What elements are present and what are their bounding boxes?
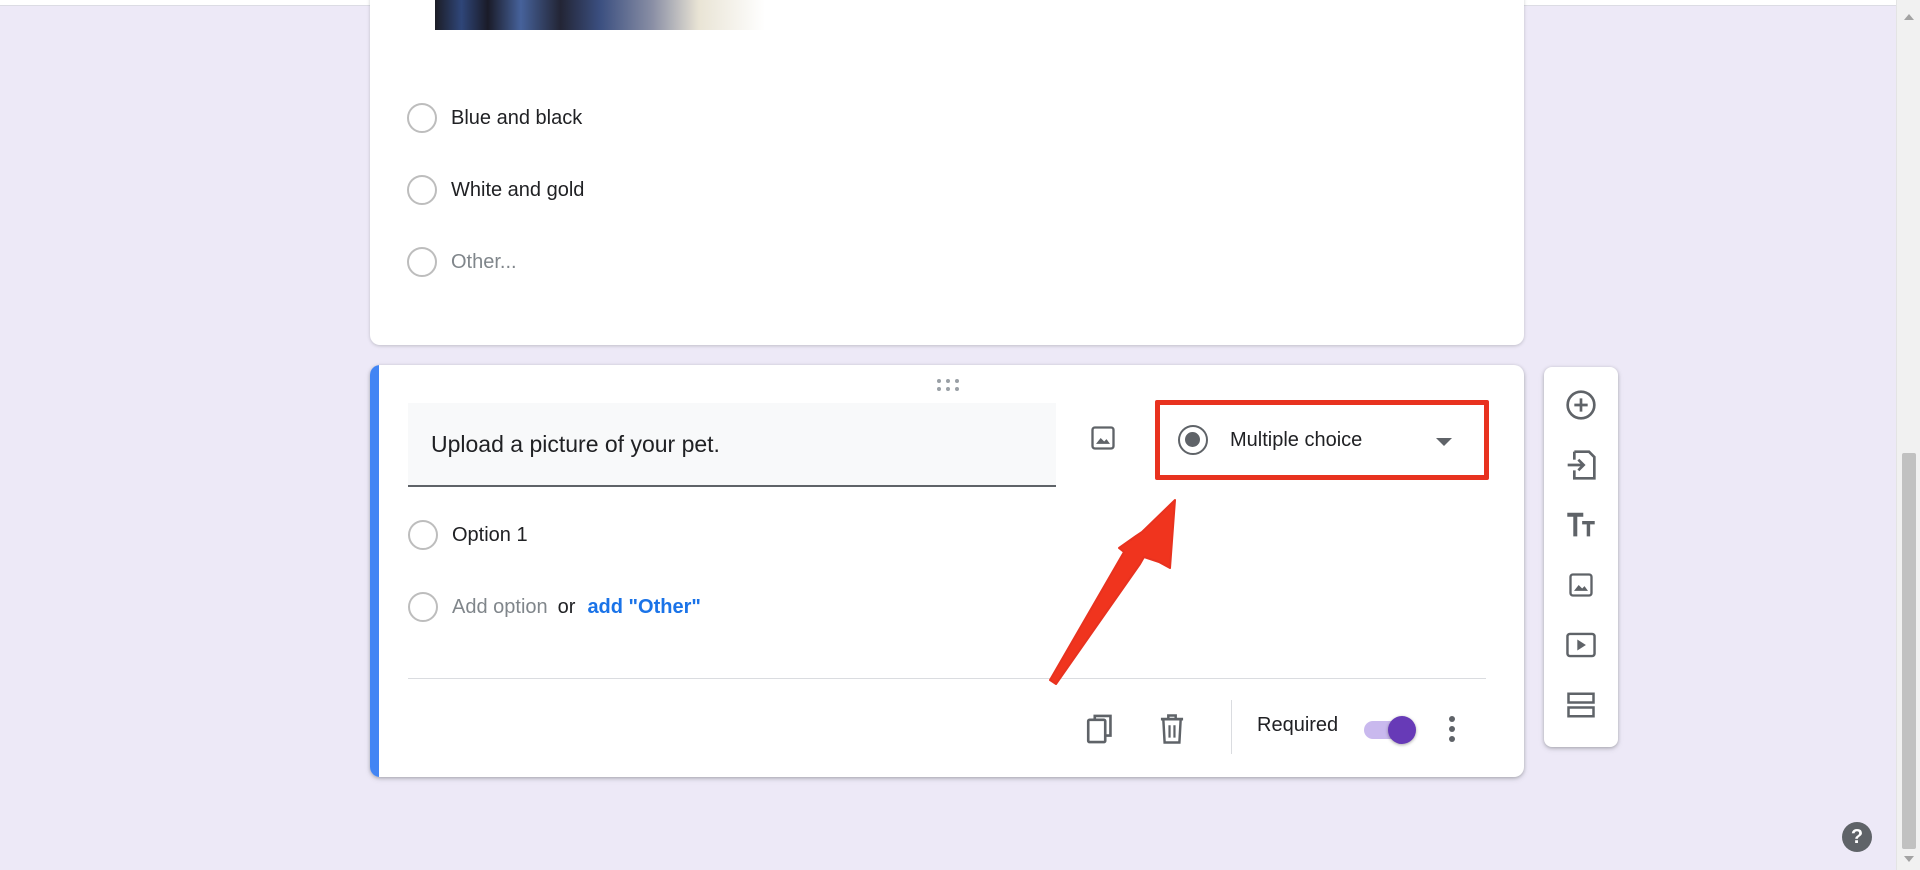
add-question-button[interactable]: [1557, 381, 1605, 429]
video-icon: [1566, 632, 1596, 658]
side-toolbar: [1544, 367, 1618, 747]
add-title-button[interactable]: [1557, 501, 1605, 549]
section-icon: [1567, 692, 1595, 718]
drag-handle-icon[interactable]: [936, 377, 966, 395]
required-toggle[interactable]: [1360, 713, 1418, 745]
title-text-icon: [1567, 512, 1595, 537]
import-questions-button[interactable]: [1557, 441, 1605, 489]
help-button[interactable]: ?: [1842, 822, 1872, 852]
question-image: [435, 0, 765, 30]
add-section-button[interactable]: [1557, 681, 1605, 729]
radio-button: [408, 592, 438, 622]
more-options-button[interactable]: [1430, 707, 1474, 751]
add-circle-icon: [1566, 390, 1596, 420]
delete-button[interactable]: [1150, 707, 1194, 751]
duplicate-button[interactable]: [1078, 707, 1122, 751]
radio-button[interactable]: [407, 103, 437, 133]
radio-button[interactable]: [407, 247, 437, 277]
toggle-knob: [1388, 716, 1416, 744]
add-image-button[interactable]: [1557, 561, 1605, 609]
choice-option-other[interactable]: Other...: [407, 244, 517, 280]
question-footer: Required: [370, 679, 1524, 777]
choice-label-other: Other...: [451, 250, 517, 273]
question-type-label: Multiple choice: [1230, 428, 1363, 451]
or-text: or: [557, 595, 576, 618]
question-title-input[interactable]: Upload a picture of your pet.: [408, 403, 1056, 487]
add-video-button[interactable]: [1557, 621, 1605, 669]
choice-label: White and gold: [451, 178, 585, 201]
scroll-up-arrow-icon[interactable]: [1904, 14, 1914, 20]
choice-option[interactable]: White and gold: [407, 172, 584, 208]
scrollbar-thumb[interactable]: [1902, 453, 1916, 849]
question-card-previous[interactable]: Blue and black White and gold Other...: [370, 0, 1524, 345]
more-vert-icon: [1449, 716, 1455, 742]
choice-label: Blue and black: [451, 106, 583, 129]
import-questions-icon: [1567, 450, 1596, 480]
choice-label[interactable]: Option 1: [452, 524, 528, 547]
dropdown-arrow-icon: [1436, 438, 1452, 446]
add-option-row: Add option or add "Other": [408, 589, 701, 625]
add-other-link[interactable]: add "Other": [587, 596, 700, 619]
trash-icon: [1160, 714, 1184, 744]
question-type-dropdown[interactable]: Multiple choice: [1155, 400, 1489, 480]
required-label: Required: [1257, 714, 1339, 736]
image-icon: [1569, 573, 1593, 597]
add-option-input[interactable]: Add option: [452, 596, 548, 619]
choice-option[interactable]: Option 1: [408, 517, 528, 553]
add-image-button[interactable]: [1082, 417, 1124, 459]
question-title-text: Upload a picture of your pet.: [431, 430, 720, 457]
footer-separator: [1231, 700, 1232, 754]
radio-button[interactable]: [407, 175, 437, 205]
copy-icon: [1086, 714, 1112, 744]
question-card-active[interactable]: Upload a picture of your pet. Multiple c…: [370, 365, 1524, 777]
image-icon: [1091, 426, 1115, 450]
radio-button[interactable]: [408, 520, 438, 550]
page-scrollbar[interactable]: [1896, 0, 1920, 870]
multiple-choice-icon: [1178, 425, 1208, 455]
scroll-down-arrow-icon[interactable]: [1904, 856, 1914, 862]
choice-option[interactable]: Blue and black: [407, 100, 582, 136]
